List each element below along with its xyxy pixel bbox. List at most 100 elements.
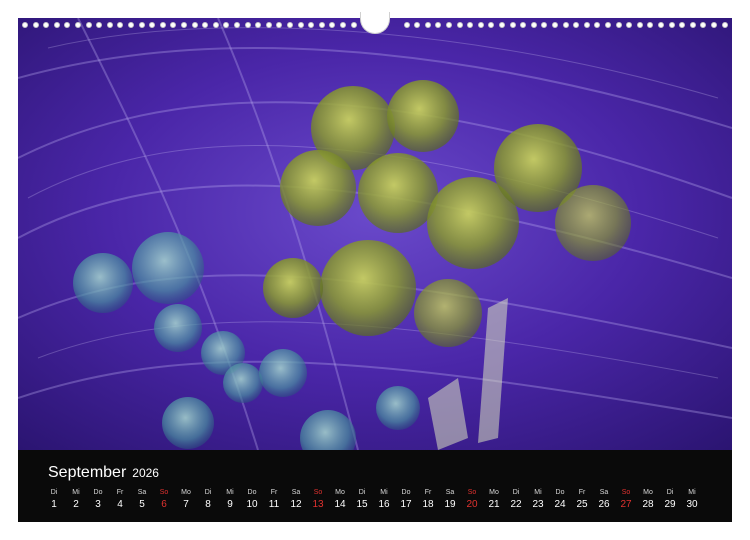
day-number: 30 bbox=[686, 499, 698, 510]
day-cell: Di 29 bbox=[660, 488, 680, 512]
calendar-page: September 2026 Di 1 Mi 2 Do 3 Fr 4 Sa 5 So 6 Mo 7 Di 8 Mi… bbox=[0, 0, 750, 540]
day-number: 25 bbox=[576, 499, 588, 510]
binding-hole bbox=[679, 22, 686, 28]
day-cell: Do 3 bbox=[88, 488, 108, 512]
binding-hole bbox=[191, 22, 198, 28]
binding-hole bbox=[117, 22, 124, 28]
weekday-label: So bbox=[313, 489, 323, 496]
day-cell: Sa 19 bbox=[440, 488, 460, 512]
weekday-label: Mo bbox=[181, 489, 191, 496]
binding-hole bbox=[138, 22, 145, 28]
day-cell: Fr 25 bbox=[572, 488, 592, 512]
weekday-label: Do bbox=[401, 489, 411, 496]
binding-hole bbox=[573, 22, 580, 28]
binding-hole bbox=[159, 22, 166, 28]
weekday-label: Fr bbox=[270, 489, 278, 496]
binding-hole bbox=[170, 22, 177, 28]
day-cell: So 20 bbox=[462, 488, 482, 512]
day-number: 14 bbox=[334, 499, 346, 510]
binding-hole bbox=[234, 22, 240, 28]
day-number: 23 bbox=[532, 499, 544, 510]
binding-hole bbox=[96, 22, 103, 28]
day-cell: Do 24 bbox=[550, 488, 570, 512]
binding-hole bbox=[106, 22, 113, 28]
binding-hole bbox=[223, 22, 230, 28]
day-cell: Do 17 bbox=[396, 488, 416, 512]
weekday-label: Do bbox=[247, 489, 257, 496]
binding-hole bbox=[456, 22, 463, 28]
day-number: 27 bbox=[620, 499, 632, 510]
weekday-label: Mi bbox=[534, 489, 542, 496]
weekday-label: Mi bbox=[380, 489, 388, 496]
weekday-label: Di bbox=[50, 489, 58, 496]
weekday-label: Sa bbox=[599, 489, 609, 496]
binding-hole bbox=[700, 22, 707, 28]
binding-hole bbox=[75, 22, 81, 28]
day-cell: Fr 4 bbox=[110, 488, 130, 512]
day-cell: Di 15 bbox=[352, 488, 372, 512]
day-number: 3 bbox=[95, 499, 101, 510]
day-number: 9 bbox=[227, 499, 233, 510]
day-number: 4 bbox=[117, 499, 123, 510]
weekday-label: So bbox=[621, 489, 631, 496]
binding-hole bbox=[64, 22, 71, 28]
binding-hole bbox=[552, 22, 558, 28]
weekday-label: Fr bbox=[578, 489, 586, 496]
day-number: 22 bbox=[510, 499, 522, 510]
binding-hole bbox=[605, 22, 611, 28]
binding-hole bbox=[149, 22, 156, 28]
day-row: Di 1 Mi 2 Do 3 Fr 4 Sa 5 So 6 Mo 7 Di 8 Mi 9 Do 10 Fr 11 Sa 12 S… bbox=[48, 488, 708, 518]
day-cell: Fr 11 bbox=[264, 488, 284, 512]
day-number: 20 bbox=[466, 499, 478, 510]
binding-hole bbox=[435, 22, 442, 28]
binding-hole bbox=[499, 22, 505, 28]
binding-hole bbox=[212, 22, 219, 28]
binding-hole bbox=[424, 22, 431, 28]
binding-hole bbox=[329, 22, 336, 28]
weekday-label: Mo bbox=[643, 489, 653, 496]
day-cell: Di 1 bbox=[44, 488, 64, 512]
photo-artwork bbox=[18, 18, 732, 450]
day-cell: Mo 14 bbox=[330, 488, 350, 512]
abstract-photo bbox=[18, 18, 732, 450]
binding-hole bbox=[403, 22, 410, 28]
day-number: 5 bbox=[139, 499, 145, 510]
day-number: 17 bbox=[400, 499, 412, 510]
day-cell: So 13 bbox=[308, 488, 328, 512]
binding-hole bbox=[658, 22, 664, 28]
day-cell: Sa 26 bbox=[594, 488, 614, 512]
binding-hole bbox=[32, 22, 39, 28]
day-number: 29 bbox=[664, 499, 676, 510]
binding-hole bbox=[446, 22, 452, 28]
day-number: 11 bbox=[268, 499, 280, 510]
day-cell: Mo 7 bbox=[176, 488, 196, 512]
day-cell: Di 8 bbox=[198, 488, 218, 512]
binding-hole bbox=[594, 22, 601, 28]
binding-hole bbox=[626, 22, 633, 28]
binding-hole bbox=[668, 22, 675, 28]
binding-hole bbox=[287, 22, 293, 28]
weekday-label: Mi bbox=[688, 489, 696, 496]
day-cell: Mi 9 bbox=[220, 488, 240, 512]
binding-hole bbox=[53, 22, 60, 28]
binding-hole bbox=[265, 22, 272, 28]
binding-hole bbox=[43, 22, 50, 28]
day-number: 24 bbox=[554, 499, 566, 510]
binding-hole bbox=[202, 22, 209, 28]
day-number: 8 bbox=[205, 499, 211, 510]
day-number: 6 bbox=[161, 499, 167, 510]
weekday-label: Di bbox=[512, 489, 520, 496]
weekday-label: So bbox=[159, 489, 169, 496]
binding-hole bbox=[414, 22, 421, 28]
day-number: 2 bbox=[73, 499, 79, 510]
binding-hole bbox=[22, 22, 28, 28]
day-number: 15 bbox=[356, 499, 368, 510]
binding-hole bbox=[308, 22, 315, 28]
day-number: 1 bbox=[51, 499, 57, 510]
binding-hole bbox=[689, 22, 696, 28]
day-number: 7 bbox=[183, 499, 189, 510]
day-cell: Mo 21 bbox=[484, 488, 504, 512]
weekday-label: Mo bbox=[489, 489, 499, 496]
day-cell: Do 10 bbox=[242, 488, 262, 512]
day-cell: Fr 18 bbox=[418, 488, 438, 512]
